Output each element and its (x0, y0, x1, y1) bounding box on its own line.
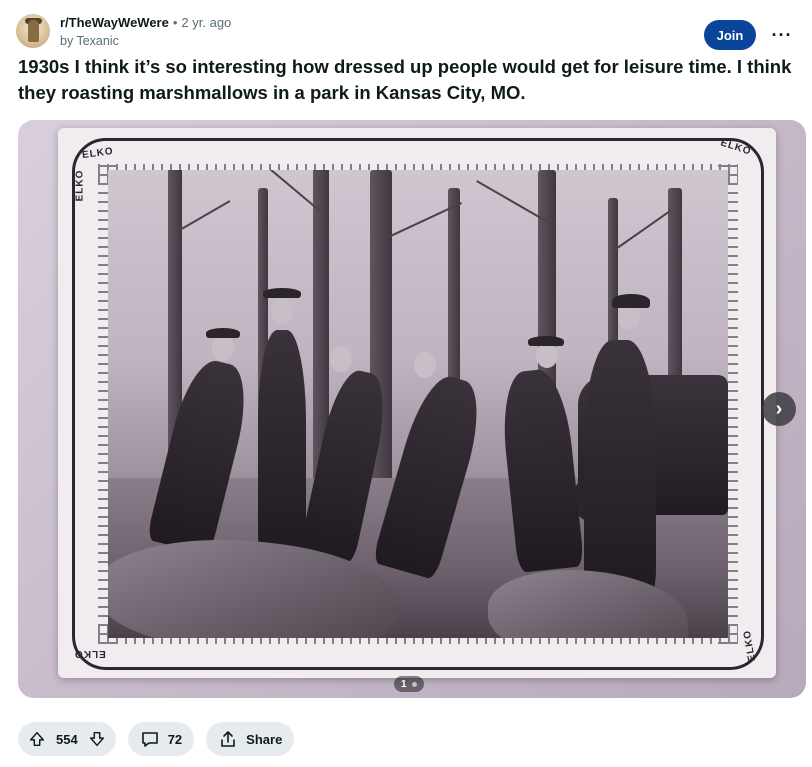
person-head (330, 346, 352, 372)
person-head (271, 298, 293, 324)
separator-dot: • (172, 15, 178, 30)
post-action-bar: 554 72 Share (18, 722, 295, 758)
upvote-icon[interactable] (28, 730, 46, 748)
person-head (414, 352, 436, 378)
share-label: Share (246, 731, 283, 747)
more-options-icon[interactable]: ··· (768, 20, 796, 50)
avatar-figure-shape (28, 20, 39, 42)
join-button[interactable]: Join (704, 20, 756, 50)
person-head (212, 335, 234, 361)
subreddit-name[interactable]: r/TheWayWeWere (60, 15, 169, 30)
tree-branch (476, 180, 547, 222)
vote-control: 554 (18, 722, 116, 756)
page-dot (411, 681, 417, 687)
person-figure (258, 330, 306, 560)
photo-scene (108, 170, 728, 638)
frame-brand-text: ELKO (74, 169, 86, 202)
person-hat (528, 336, 564, 346)
comment-icon (140, 729, 160, 749)
vote-count: 554 (56, 731, 78, 747)
person-figure (584, 340, 656, 600)
comments-button[interactable]: 72 (127, 722, 195, 756)
frame-brand-text: ELKO (74, 648, 106, 659)
downvote-icon[interactable] (88, 730, 106, 748)
post-header: r/TheWayWeWere • 2 yr. ago by Texanic Join… (16, 12, 796, 52)
gallery-page-indicator: 1 (394, 676, 424, 692)
post-author[interactable]: by Texanic (60, 34, 119, 48)
tree-branch (177, 200, 231, 232)
page-number: 1 (401, 678, 407, 690)
share-icon (218, 729, 238, 749)
post-time: 2 yr. ago (181, 15, 232, 30)
subreddit-avatar[interactable] (16, 14, 50, 48)
person-hat (206, 328, 240, 338)
comment-count: 72 (167, 731, 183, 747)
tree-branch (612, 210, 671, 252)
subreddit-line: r/TheWayWeWere • 2 yr. ago (60, 15, 231, 30)
post-title[interactable]: 1930s I think it’s so interesting how dr… (18, 54, 798, 106)
share-button[interactable]: Share (206, 722, 295, 756)
next-image-button[interactable]: › (762, 392, 796, 426)
person-hat (612, 294, 650, 308)
person-hat (263, 288, 301, 298)
post-media-gallery[interactable]: ELKO ELKO ELKO ELKO ELKO › 1 (18, 120, 806, 698)
